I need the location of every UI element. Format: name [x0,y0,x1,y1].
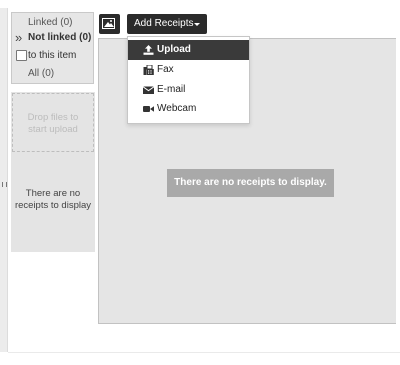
video-camera-icon [143,106,154,112]
bottom-divider [8,352,400,353]
panel-splitter[interactable] [0,8,8,352]
filter-not-linked-label: Not linked (0) [28,32,92,43]
menu-item-webcam[interactable]: Webcam [128,99,249,119]
image-view-button[interactable] [99,14,120,34]
this-item-checkbox[interactable] [16,50,27,61]
filter-linked[interactable]: Linked (0) [28,17,109,28]
add-receipts-label: Add Receipts [134,18,194,29]
left-empty-message: There are no receipts to display [11,188,95,212]
filter-this-item-label: to this item [28,50,77,61]
menu-item-upload[interactable]: Upload [128,40,249,60]
filter-all[interactable]: All (0) [28,68,109,79]
splitter-grip-icon[interactable] [2,182,7,187]
upload-icon [143,45,154,55]
menu-item-upload-label: Upload [157,44,191,55]
add-receipts-button[interactable]: Add Receipts [127,14,207,34]
menu-item-fax-label: Fax [157,64,174,75]
image-icon-mountain-small [108,23,114,27]
menu-item-webcam-label: Webcam [157,103,197,114]
receipt-filter-panel: Linked (0) » Not linked (0) to this item… [11,12,94,84]
no-receipts-banner: There are no receipts to display. [167,169,334,197]
file-drop-zone[interactable]: Drop files to start upload [12,93,94,152]
envelope-icon [143,86,154,94]
caret-down-icon [194,23,200,26]
menu-item-email[interactable]: E-mail [128,80,249,100]
left-empty-text-1: There are no [25,188,81,199]
menu-item-email-label: E-mail [157,84,186,95]
drop-zone-text-2: start upload [28,124,78,135]
left-empty-text-2: receipts to display [14,200,92,211]
add-receipts-menu: Upload Fax E-mail Webcam [127,36,250,124]
fax-icon [143,65,154,75]
drop-zone-text-1: Drop files to [27,112,79,123]
menu-item-fax[interactable]: Fax [128,60,249,80]
image-icon-sun [110,20,112,22]
image-icon [102,18,115,29]
double-chevron-right-icon: » [15,30,23,45]
